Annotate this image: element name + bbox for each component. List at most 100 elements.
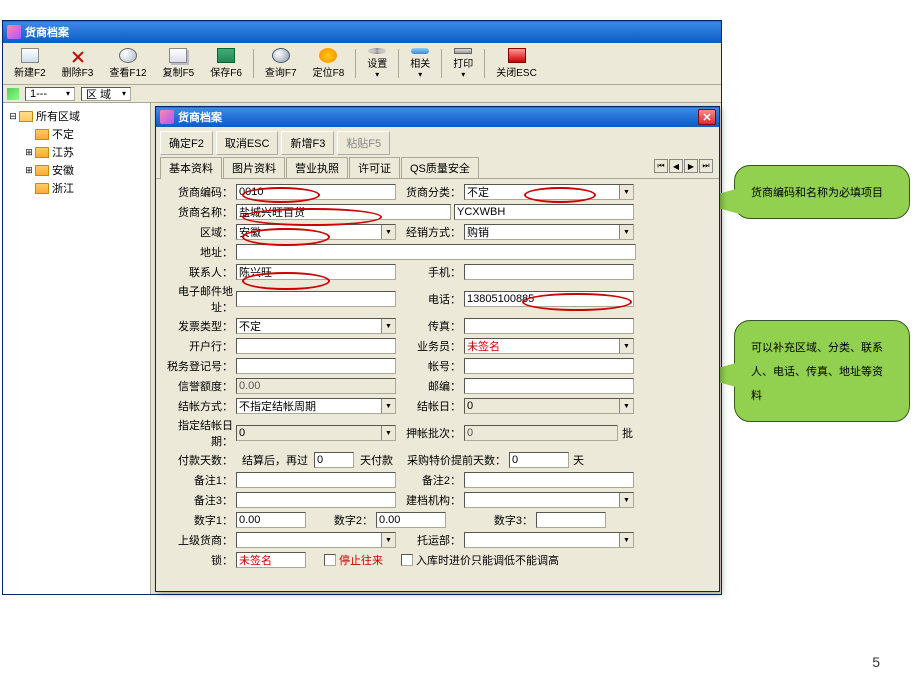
query-button[interactable]: 查询F7 (258, 45, 304, 82)
postcode-input[interactable] (464, 378, 634, 394)
chevron-down-icon: ▾ (122, 89, 126, 98)
chevron-down-icon: ▼ (381, 533, 395, 547)
chevron-down-icon: ▼ (619, 533, 633, 547)
code-input[interactable] (236, 184, 396, 200)
locate-button[interactable]: 定位F8 (306, 45, 352, 82)
deposit-input[interactable] (464, 425, 618, 441)
chevron-down-icon: ▼ (619, 339, 633, 353)
parent-select[interactable]: ▼ (236, 532, 396, 548)
sub-button-row: 确定F2 取消ESC 新增F3 粘贴F5 (156, 127, 719, 159)
related-icon (411, 48, 429, 54)
tab-permit[interactable]: 许可证 (349, 157, 400, 178)
new-button[interactable]: 新建F2 (7, 45, 53, 82)
delete-button[interactable]: 删除F3 (55, 45, 101, 82)
stop-checkbox[interactable] (324, 554, 336, 566)
chevron-down-icon: ▼ (619, 493, 633, 507)
paste-button[interactable]: 粘贴F5 (337, 131, 390, 155)
close-button[interactable]: 关闭ESC (489, 45, 544, 82)
tree-label: 安徽 (52, 162, 74, 178)
settledate-select[interactable]: 0▼ (236, 425, 396, 441)
tree-label: 江苏 (52, 144, 74, 160)
nav-last-button[interactable]: ⏭ (699, 159, 713, 173)
paydays-input[interactable] (314, 452, 354, 468)
settleday-select[interactable]: 0▼ (464, 398, 634, 414)
chevron-down-icon: ▾ (375, 70, 379, 79)
account-input[interactable] (464, 358, 634, 374)
consign-label: 托运部： (396, 532, 464, 548)
save-button[interactable]: 保存F6 (203, 45, 249, 82)
buildorg-select[interactable]: ▼ (464, 492, 634, 508)
expand-icon[interactable]: ⊞ (23, 165, 35, 176)
remark3-input[interactable] (236, 492, 396, 508)
num2-input[interactable] (376, 512, 446, 528)
days-label: 天 (573, 452, 584, 468)
gear-icon (368, 48, 386, 54)
email-input[interactable] (236, 291, 396, 307)
settlemode-select[interactable]: 不指定结帐周期▼ (236, 398, 396, 414)
view-button[interactable]: 查看F12 (102, 45, 153, 82)
add-button[interactable]: 新增F3 (281, 131, 334, 155)
remark2-input[interactable] (464, 472, 634, 488)
consign-select[interactable]: ▼ (464, 532, 634, 548)
close-x-button[interactable]: ✕ (698, 109, 716, 125)
parent-label: 上级货商： (158, 532, 236, 548)
num1-label: 数字1： (158, 512, 236, 528)
ok-button[interactable]: 确定F2 (160, 131, 213, 155)
cancel-button[interactable]: 取消ESC (216, 131, 279, 155)
num3-input[interactable] (536, 512, 606, 528)
purchasealert-input[interactable] (509, 452, 569, 468)
chevron-down-icon: ▼ (381, 426, 395, 440)
remark1-input[interactable] (236, 472, 396, 488)
tree-item[interactable]: ⊞ 安徽 (23, 161, 146, 179)
toolbar-separator (398, 49, 399, 78)
filter-select-1[interactable]: 1---▾ (25, 87, 75, 101)
expand-icon[interactable]: ⊞ (23, 147, 35, 158)
noadjust-label: 入库时进价只能调低不能调高 (416, 552, 559, 568)
account-label: 帐号： (396, 358, 464, 374)
category-select[interactable]: 不定▼ (464, 184, 634, 200)
tab-nav: ⏮ ◀ ▶ ⏭ (654, 159, 713, 173)
num1-input[interactable] (236, 512, 306, 528)
settleafter-label: 结算后，再过 (242, 452, 308, 468)
tab-license[interactable]: 营业执照 (286, 157, 348, 178)
settings-button[interactable]: 设置▾ (360, 45, 394, 82)
salesman-select[interactable]: 未签名▼ (464, 338, 634, 354)
lock-input[interactable] (236, 552, 306, 568)
nav-prev-button[interactable]: ◀ (669, 159, 683, 173)
noadjust-checkbox[interactable] (401, 554, 413, 566)
deposit-label: 押帐批次： (396, 425, 464, 441)
filter-select-2[interactable]: 区 域▾ (81, 87, 131, 101)
tab-qs[interactable]: QS质量安全 (401, 157, 479, 178)
tree-item[interactable]: 不定 (23, 125, 146, 143)
fax-input[interactable] (464, 318, 634, 334)
mobile-input[interactable] (464, 264, 634, 280)
tree-item[interactable]: 浙江 (23, 179, 146, 197)
lock-label: 锁： (158, 552, 236, 568)
print-button[interactable]: 打印▾ (446, 45, 480, 82)
chevron-down-icon: ▾ (418, 70, 422, 79)
credit-input[interactable] (236, 378, 396, 394)
region-select[interactable]: 安徽▼ (236, 224, 396, 240)
address-input[interactable] (236, 244, 636, 260)
toolbar-separator (484, 49, 485, 78)
nav-first-button[interactable]: ⏮ (654, 159, 668, 173)
taxreg-input[interactable] (236, 358, 396, 374)
folder-icon (35, 165, 49, 176)
bank-input[interactable] (236, 338, 396, 354)
salesmode-select[interactable]: 购销▼ (464, 224, 634, 240)
copy-button[interactable]: 复制F5 (156, 45, 202, 82)
name-pinyin-input[interactable] (454, 204, 634, 220)
phone-input[interactable] (464, 291, 634, 307)
collapse-icon[interactable]: ⊟ (7, 111, 19, 122)
name-input[interactable] (236, 204, 451, 220)
copy-icon (169, 48, 187, 63)
contact-input[interactable] (236, 264, 396, 280)
nav-next-button[interactable]: ▶ (684, 159, 698, 173)
tab-basic[interactable]: 基本资料 (160, 157, 222, 179)
tree-root[interactable]: ⊟ 所有区域 (7, 107, 146, 125)
related-button[interactable]: 相关▾ (403, 45, 437, 82)
close-icon (508, 48, 526, 63)
tab-image[interactable]: 图片资料 (223, 157, 285, 178)
invoice-select[interactable]: 不定▼ (236, 318, 396, 334)
tree-item[interactable]: ⊞ 江苏 (23, 143, 146, 161)
